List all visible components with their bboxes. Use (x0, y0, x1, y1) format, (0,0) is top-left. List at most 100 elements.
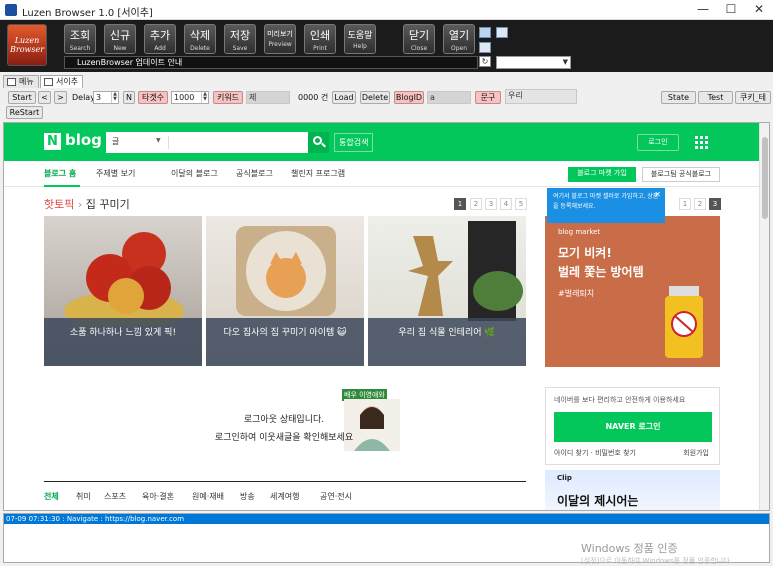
delete-list-button[interactable]: Delete (360, 91, 390, 104)
new-button[interactable]: 신규 New (104, 24, 136, 54)
clip-banner[interactable]: Clip 이달의 제시어는 (545, 470, 720, 510)
help-button[interactable]: 도움말 Help (344, 24, 376, 54)
apps-grid-icon[interactable] (695, 136, 709, 150)
log-line[interactable]: 07-09 07:31:30 : Navigate : https://blog… (4, 514, 769, 524)
open-button[interactable]: 열기 Open (443, 24, 475, 54)
spinner-arrows-icon[interactable]: ▲ ▼ (201, 92, 208, 103)
nav-by-topic[interactable]: 주제별 보기 (96, 168, 135, 179)
search-category[interactable]: 글 (112, 136, 119, 147)
spinner-arrows-icon[interactable]: ▲ ▼ (111, 92, 118, 103)
cookie-button[interactable]: 쿠키_테 (735, 91, 771, 104)
category-gardening[interactable]: 원예·재배 (192, 491, 224, 502)
maximize-button[interactable]: ☐ (716, 0, 746, 20)
spray-can-image (665, 286, 703, 358)
add-button[interactable]: 추가 Add (144, 24, 176, 54)
naver-login-button[interactable]: NAVER 로그인 (554, 412, 712, 442)
topic-card-3[interactable]: 우리 집 식물 인테리어 🌿 (368, 216, 526, 366)
integrated-search-button[interactable]: 통합검색 (334, 133, 374, 152)
tab-strip: 메뉴 서이추 (0, 73, 773, 88)
pager-5[interactable]: 5 (515, 198, 527, 210)
load-button[interactable]: Load (332, 91, 356, 104)
print-button-label: 인쇄 (309, 29, 331, 42)
update-notice[interactable]: LuzenBrowser 업데이트 안내 (64, 56, 478, 69)
header-login-button[interactable]: 로그인 (637, 134, 679, 151)
pager-3[interactable]: 3 (485, 198, 497, 210)
tab-icon (44, 78, 53, 86)
category-sports[interactable]: 스포츠 (104, 491, 126, 502)
find-account-links[interactable]: 아이디 찾기 · 비밀번호 찾기 (554, 448, 636, 458)
nav-challenge[interactable]: 챌린지 프로그램 (291, 168, 345, 179)
delay-value: 3 (96, 93, 102, 102)
category-broadcast[interactable]: 방송 (240, 491, 255, 502)
start-button[interactable]: Start (8, 91, 36, 104)
pager-4[interactable]: 4 (500, 198, 512, 210)
next-button[interactable]: > (54, 91, 67, 104)
target-count-spinner[interactable]: 1000 ▲ ▼ (171, 91, 209, 104)
official-blog-button[interactable]: 블로그팀 공식블로그 (642, 167, 720, 182)
pager-2[interactable]: 2 (470, 198, 482, 210)
close-window-button[interactable]: ✕ (744, 0, 773, 20)
ad-pager-1[interactable]: 1 (679, 198, 691, 210)
window-title-bar: Luzen Browser 1.0 [서이추] — ☐ ✕ (0, 0, 773, 20)
keyword-input[interactable]: 제 (246, 91, 290, 104)
delay-spinner[interactable]: 3 ▲ ▼ (93, 91, 119, 104)
help-button-sub: Help (353, 43, 367, 50)
refresh-icon[interactable]: ↻ (479, 56, 491, 67)
category-all[interactable]: 전체 (44, 491, 59, 502)
close-button[interactable]: 닫기 Close (403, 24, 435, 54)
clip-title: Clip (557, 474, 572, 482)
print-button[interactable]: 인쇄 Print (304, 24, 336, 54)
test-button[interactable]: Test (698, 91, 733, 104)
blog-brand[interactable]: blog (65, 131, 102, 149)
pager-1[interactable]: 1 (454, 198, 466, 210)
prev-button[interactable]: < (38, 91, 51, 104)
search-submit-button[interactable] (308, 132, 329, 153)
blogid-input[interactable]: a (427, 91, 471, 104)
main-toolbar: Luzen Browser 조회 Search 신규 New 추가 Add 삭제 Del… (0, 20, 773, 72)
signup-link[interactable]: 회원가입 (683, 448, 709, 458)
n-button[interactable]: N (123, 91, 135, 104)
restart-button[interactable]: ReStart (6, 106, 43, 119)
close-button-label: 닫기 (408, 29, 430, 42)
naver-n-logo[interactable]: N (44, 133, 61, 150)
ad-pager-3[interactable]: 3 (709, 198, 721, 210)
topic-card-1[interactable]: 소품 하나하나 느낌 있게 픽! (44, 216, 202, 366)
close-icon[interactable]: ✕ (654, 190, 661, 200)
save-disk-icon[interactable] (479, 42, 491, 53)
preview-button[interactable]: 미리보기 Preview (264, 24, 296, 54)
search-box[interactable]: 글 ▼ (106, 132, 308, 153)
browser-view[interactable]: N blog 글 ▼ 통합검색 로그인 블로그 홈 주제별 보기 이달의 블로그… (3, 122, 770, 511)
ad-pager-2[interactable]: 2 (694, 198, 706, 210)
category-travel[interactable]: 세계여행 (270, 491, 299, 502)
save-button[interactable]: 저장 Save (224, 24, 256, 54)
blog-market-ad[interactable]: blog market 모기 비켜! 벌레 쫓는 방어템 #벌레퇴치 (545, 216, 720, 367)
toolbar-combo[interactable]: ▼ (496, 56, 571, 69)
minimize-button[interactable]: — (688, 0, 718, 20)
state-button[interactable]: State (661, 91, 696, 104)
delete-button-sub: Delete (190, 45, 210, 52)
market-join-button[interactable]: 블로그 마켓 가입 (568, 167, 636, 182)
category-parenting[interactable]: 육아·결혼 (142, 491, 174, 502)
hot-topic-label[interactable]: 핫토픽 (44, 198, 74, 211)
monitor-icon[interactable] (479, 27, 491, 38)
phrase-input[interactable]: 우리 (505, 89, 577, 104)
tab-seoichu[interactable]: 서이추 (40, 75, 84, 88)
topic-card-2[interactable]: 다오 집사의 집 꾸미기 아이템 😺 (206, 216, 364, 366)
search-button-label: 조회 (69, 29, 91, 42)
hot-topic-sub: 집 꾸미기 (85, 198, 130, 211)
tab-menu[interactable]: 메뉴 (3, 75, 39, 88)
category-hobby[interactable]: 취미 (76, 491, 91, 502)
category-performance[interactable]: 공연·전시 (320, 491, 352, 502)
delete-button[interactable]: 삭제 Delete (184, 24, 216, 54)
topic-card-2-caption: 다오 집사의 집 꾸미기 아이템 😺 (206, 318, 364, 366)
chevron-down-icon[interactable]: ▼ (156, 137, 161, 144)
scrollbar-thumb[interactable] (762, 137, 768, 219)
new-button-label: 신규 (109, 29, 131, 42)
camera-icon[interactable] (496, 27, 508, 38)
nav-blog-of-month[interactable]: 이달의 블로그 (171, 168, 218, 179)
apples-image (64, 232, 184, 331)
view-scrollbar[interactable] (759, 123, 769, 510)
search-button[interactable]: 조회 Search (64, 24, 96, 54)
nav-blog-home[interactable]: 블로그 홈 (44, 168, 76, 179)
nav-official-blog[interactable]: 공식블로그 (236, 168, 273, 179)
